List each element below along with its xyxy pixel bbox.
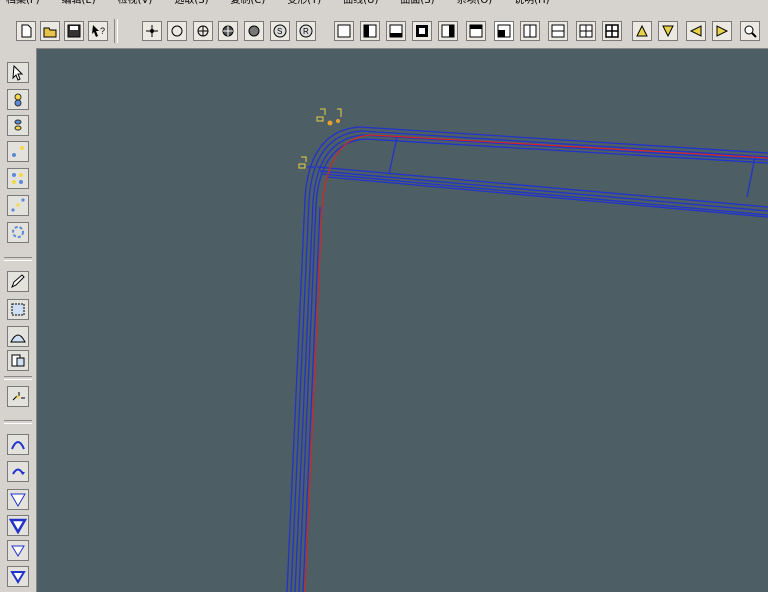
menu-item-8[interactable]: 系项(O) xyxy=(457,0,493,6)
nodes-icon[interactable] xyxy=(7,141,29,162)
view-split-h-icon[interactable] xyxy=(548,21,568,41)
view-corner-icon[interactable] xyxy=(494,21,514,41)
view-left-icon[interactable] xyxy=(360,21,380,41)
menu-item-4[interactable]: 复制(C) xyxy=(231,0,266,6)
select-arrow-icon[interactable] xyxy=(7,62,29,83)
menu-item-3[interactable]: 选取(S) xyxy=(174,0,208,6)
view-split-v-icon[interactable] xyxy=(520,21,540,41)
view-right-icon[interactable] xyxy=(438,21,458,41)
new-file-icon[interactable] xyxy=(16,21,36,41)
view-bottom-icon[interactable] xyxy=(386,21,406,41)
menu-item-2[interactable]: 检视(V) xyxy=(118,0,153,6)
menu-item-0[interactable]: 档案(F) xyxy=(6,0,40,6)
view-frame-icon[interactable] xyxy=(412,21,432,41)
triangle-down-icon[interactable] xyxy=(658,21,678,41)
grid-nodes-icon[interactable] xyxy=(7,168,29,189)
circle-grid-icon[interactable] xyxy=(218,21,238,41)
yellow-markers xyxy=(298,108,342,169)
circle-r-icon[interactable]: R xyxy=(296,21,316,41)
menu-items: 档案(F) 编辑(E) 检视(V) 选取(S) 复制(C) 变形(T) 曲线(U) 曲面(S)… xyxy=(0,0,768,6)
menu-item-7[interactable]: 曲面(S) xyxy=(400,0,434,6)
triangle-right-icon[interactable] xyxy=(712,21,732,41)
filled-circle-icon[interactable] xyxy=(244,21,264,41)
chain-icon[interactable] xyxy=(7,89,29,110)
ring-icon[interactable] xyxy=(7,222,29,243)
page-icon[interactable] xyxy=(7,350,29,371)
toolbar-separator xyxy=(114,19,118,43)
menu-bar: 档案(F) 编辑(E) 检视(V) 选取(S) 复制(C) 变形(T) 曲线(U) 曲面(S)… xyxy=(0,0,768,10)
wireframe-canvas xyxy=(286,108,768,592)
left-toolbar xyxy=(0,48,37,592)
view-grid4b-icon[interactable] xyxy=(602,21,622,41)
menu-item-5[interactable]: 变形(T) xyxy=(287,0,321,6)
menu-item-6[interactable]: 曲线(U) xyxy=(343,0,378,6)
red-curve xyxy=(304,134,768,592)
open-folder-icon[interactable] xyxy=(40,21,60,41)
sparkle-icon[interactable] xyxy=(7,386,29,407)
snap-point-icon[interactable] xyxy=(142,21,162,41)
help-pointer-icon[interactable]: ? xyxy=(88,21,108,41)
triangle-up-icon[interactable] xyxy=(632,21,652,41)
dots-diagonal-icon[interactable] xyxy=(7,195,29,216)
svg-text:R: R xyxy=(303,27,309,36)
circle-icon[interactable] xyxy=(167,21,187,41)
links-icon[interactable] xyxy=(7,115,29,136)
viewport-3d[interactable] xyxy=(37,49,768,592)
zoom-icon[interactable] xyxy=(740,21,760,41)
funnel-small-icon[interactable] xyxy=(7,540,29,561)
svg-text:?: ? xyxy=(100,26,105,36)
blue-wireframe xyxy=(286,126,768,592)
view-single-icon[interactable] xyxy=(334,21,354,41)
menu-item-1[interactable]: 编辑(E) xyxy=(62,0,96,6)
funnel-bold-icon[interactable] xyxy=(7,515,29,536)
pencil-icon[interactable] xyxy=(7,271,29,292)
top-toolbar: ? S R xyxy=(0,10,768,49)
rotate-icon[interactable] xyxy=(7,461,29,482)
arch-icon[interactable] xyxy=(7,434,29,455)
funnel-icon[interactable] xyxy=(7,489,29,510)
circle-cross-icon[interactable] xyxy=(193,21,213,41)
shell-icon[interactable] xyxy=(7,326,29,347)
box-select-icon[interactable] xyxy=(7,299,29,320)
view-top-icon[interactable] xyxy=(466,21,486,41)
left-toolbar-separator-2 xyxy=(4,376,32,380)
triangle-left-icon[interactable] xyxy=(686,21,706,41)
left-toolbar-separator-3 xyxy=(4,420,32,424)
menu-item-9[interactable]: 说明(H) xyxy=(514,0,549,6)
circle-s-icon[interactable]: S xyxy=(270,21,290,41)
funnel-down-icon[interactable] xyxy=(7,566,29,587)
save-icon[interactable] xyxy=(64,21,84,41)
left-toolbar-separator xyxy=(4,257,32,261)
view-grid4-icon[interactable] xyxy=(576,21,596,41)
svg-text:S: S xyxy=(277,27,282,36)
